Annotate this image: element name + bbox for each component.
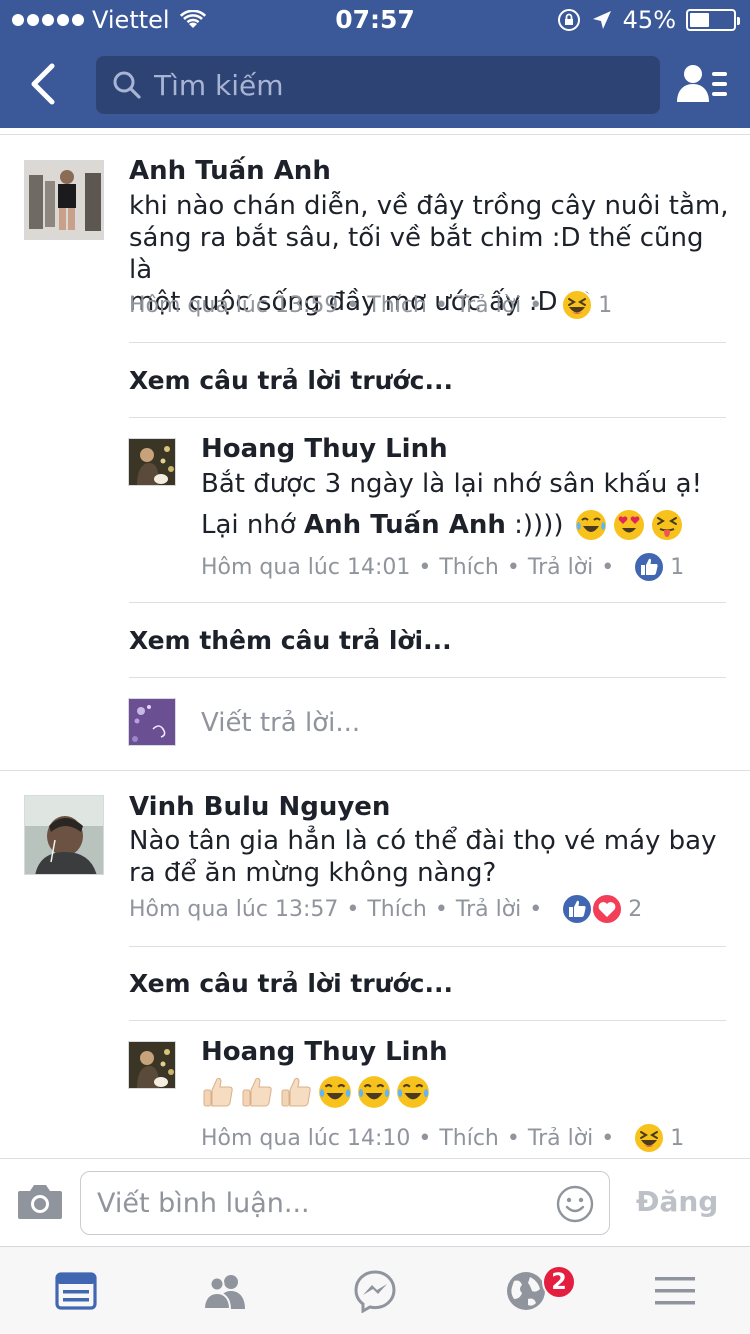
reply-timestamp: Hôm qua lúc 14:01 — [201, 554, 411, 580]
tears-of-joy-emoji-icon — [575, 510, 606, 540]
reaction-count: 1 — [670, 1125, 685, 1151]
friend-requests-icon[interactable] — [676, 62, 728, 106]
status-icons: 45% — [557, 6, 740, 34]
comment-field[interactable] — [80, 1171, 610, 1235]
thumbs-up-emoji-icon — [242, 1077, 272, 1107]
reply-meta: Hôm qua lúc 14:10 • Thích • Trả lời • 1 — [201, 1121, 684, 1155]
like-action[interactable]: Thích — [367, 293, 427, 318]
location-arrow-icon — [592, 11, 611, 29]
comments-feed[interactable]: Anh Tuấn Anh khi nào chán diễn, về đây t… — [0, 128, 750, 1158]
post-button[interactable]: Đăng — [636, 1185, 718, 1218]
like-reaction-icon — [561, 893, 594, 925]
comment-text: Nào tân gia hẳn là có thể đài thọ vé máy… — [129, 825, 729, 889]
my-avatar — [128, 698, 176, 746]
reply-action[interactable]: Trả lời — [456, 897, 521, 922]
comment-line: ra để ăn mừng không nàng? — [129, 858, 497, 888]
avatar[interactable] — [128, 438, 176, 486]
rotation-lock-icon — [557, 9, 580, 31]
reply-author[interactable]: Hoang Thuy Linh — [201, 434, 448, 464]
comment-timestamp: Hôm qua lúc 13:57 — [129, 896, 339, 922]
reply-emoji-text — [200, 1074, 431, 1110]
avatar[interactable] — [24, 795, 104, 875]
thumbs-up-emoji-icon — [203, 1077, 233, 1107]
reaction-count: 2 — [628, 896, 643, 922]
comment-composer: Đăng — [0, 1158, 750, 1246]
comment-line: sáng ra bắt sâu, tối về bắt chim :D thế … — [129, 223, 704, 285]
reaction-summary[interactable]: 1 — [560, 288, 612, 322]
comment-line: khi nào chán diễn, về đây trồng cây nuôi… — [129, 191, 729, 221]
haha-reaction-icon — [633, 1122, 666, 1154]
avatar[interactable] — [128, 1041, 176, 1089]
tears-of-joy-emoji-icon — [319, 1076, 351, 1108]
comment-input[interactable] — [97, 1187, 537, 1219]
search-input[interactable] — [154, 68, 634, 102]
friends-tab-icon[interactable] — [203, 1269, 247, 1313]
like-action[interactable]: Thích — [439, 1126, 499, 1151]
tears-of-joy-emoji-icon — [358, 1076, 390, 1108]
view-previous-replies-link[interactable]: Xem câu trả lời trước... — [129, 366, 453, 395]
view-more-replies-link[interactable]: Xem thêm câu trả lời... — [129, 626, 452, 655]
comment-author[interactable]: Vinh Bulu Nguyen — [129, 792, 390, 822]
comment-meta: Hôm qua lúc 13:59 • Thích • Trả lời • 1 — [129, 288, 612, 322]
tab-bar: 2 — [0, 1246, 750, 1334]
reply-action[interactable]: Trả lời — [528, 555, 593, 580]
thumbs-up-emoji-icon — [281, 1077, 311, 1107]
comment-timestamp: Hôm qua lúc 13:59 — [129, 292, 339, 318]
search-icon — [113, 71, 141, 99]
notifications-badge: 2 — [542, 1265, 576, 1299]
avatar[interactable] — [24, 160, 104, 240]
heart-eyes-emoji-icon — [613, 510, 644, 540]
header-bar: Viettel 07:57 45% — [0, 0, 750, 128]
reply-action[interactable]: Trả lời — [456, 293, 521, 318]
comment-meta: Hôm qua lúc 13:57 • Thích • Trả lời • 2 — [129, 892, 642, 926]
menu-tab-icon[interactable] — [653, 1269, 697, 1313]
reaction-summary[interactable]: 2 — [560, 892, 642, 926]
smiley-icon[interactable] — [555, 1184, 595, 1224]
like-action[interactable]: Thích — [367, 897, 427, 922]
tongue-squint-emoji-icon — [651, 510, 682, 540]
reply-author[interactable]: Hoang Thuy Linh — [201, 1037, 448, 1067]
reply-text-prefix: Lại nhớ — [201, 510, 305, 540]
notifications-globe-icon[interactable] — [504, 1269, 548, 1313]
reply-text-suffix: :)))) — [505, 510, 564, 540]
reaction-summary[interactable]: 1 — [632, 550, 684, 584]
battery-percent: 45% — [622, 6, 676, 34]
comment-author[interactable]: Anh Tuấn Anh — [129, 156, 331, 186]
like-action[interactable]: Thích — [439, 555, 499, 580]
love-reaction-icon — [591, 893, 624, 925]
reaction-count: 1 — [598, 292, 613, 318]
reply-timestamp: Hôm qua lúc 14:10 — [201, 1125, 411, 1151]
reaction-count: 1 — [670, 554, 685, 580]
camera-icon[interactable] — [16, 1181, 64, 1221]
mention-link[interactable]: Anh Tuấn Anh — [304, 509, 506, 541]
like-reaction-icon — [633, 551, 666, 583]
view-previous-replies-link[interactable]: Xem câu trả lời trước... — [129, 969, 453, 998]
reaction-summary[interactable]: 1 — [632, 1121, 684, 1155]
comment-line: Nào tân gia hẳn là có thể đài thọ vé máy… — [129, 826, 717, 856]
reply-action[interactable]: Trả lời — [528, 1126, 593, 1151]
news-feed-tab-icon[interactable] — [54, 1269, 98, 1313]
search-bar[interactable] — [96, 56, 660, 114]
tears-of-joy-emoji-icon — [397, 1076, 429, 1108]
status-bar: Viettel 07:57 45% — [0, 0, 750, 40]
haha-reaction-icon — [561, 289, 594, 321]
reply-meta: Hôm qua lúc 14:01 • Thích • Trả lời • 1 — [201, 550, 684, 584]
messenger-tab-icon[interactable] — [353, 1269, 397, 1313]
reply-text-line2: Lại nhớ Anh Tuấn Anh :)))) — [201, 508, 721, 542]
back-button[interactable] — [22, 62, 66, 106]
reply-text: Bắt được 3 ngày là lại nhớ sân khấu ạ! — [201, 469, 703, 499]
battery-icon — [686, 9, 740, 31]
write-reply-input[interactable]: Viết trả lời... — [201, 708, 360, 738]
